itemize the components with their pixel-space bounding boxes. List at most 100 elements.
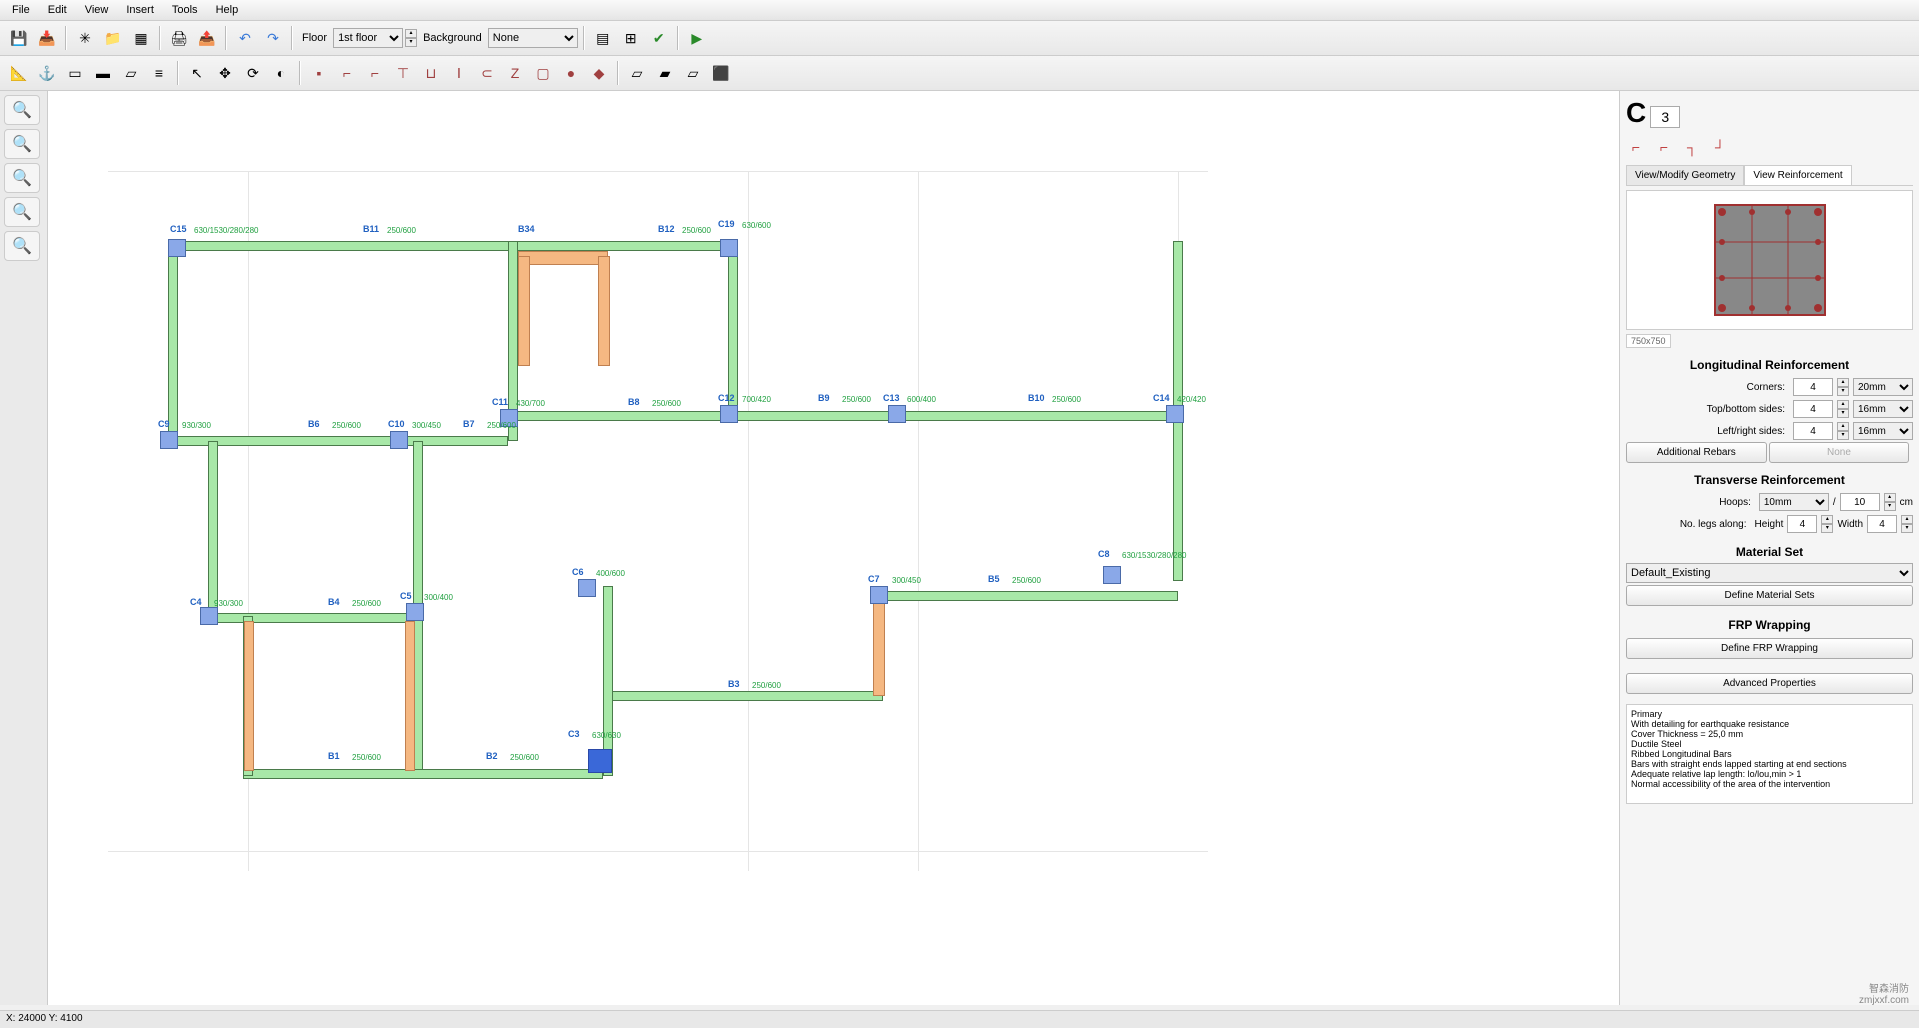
leftright-spinner[interactable]: ▴▾ bbox=[1837, 422, 1849, 440]
column-c13[interactable] bbox=[888, 405, 906, 423]
column-c7[interactable] bbox=[870, 586, 888, 604]
section-l2[interactable]: ⌐ bbox=[362, 60, 388, 86]
beam[interactable] bbox=[168, 241, 178, 441]
beam[interactable] bbox=[728, 241, 738, 411]
column-c10[interactable] bbox=[390, 431, 408, 449]
corners-dia-select[interactable]: 20mm bbox=[1853, 378, 1913, 396]
column-c8[interactable] bbox=[1103, 566, 1121, 584]
stair-button[interactable]: ≡ bbox=[146, 60, 172, 86]
dwg-button[interactable]: 📐 bbox=[6, 60, 32, 86]
infill[interactable] bbox=[518, 256, 530, 366]
beam[interactable] bbox=[603, 691, 883, 701]
section-t[interactable]: ⊤ bbox=[390, 60, 416, 86]
select-button[interactable]: ↖ bbox=[184, 60, 210, 86]
hoops-dia-select[interactable]: 10mm bbox=[1759, 493, 1829, 511]
infill[interactable] bbox=[598, 256, 610, 366]
move-button[interactable]: ✥ bbox=[212, 60, 238, 86]
infill[interactable] bbox=[405, 621, 415, 771]
menu-view[interactable]: View bbox=[77, 2, 117, 18]
zoom-pan-button[interactable]: 🔍 bbox=[4, 231, 40, 261]
define-material-button[interactable]: Define Material Sets bbox=[1626, 585, 1913, 606]
save-button[interactable]: 💾 bbox=[6, 25, 32, 51]
beam[interactable] bbox=[878, 591, 1178, 601]
tab-reinforcement[interactable]: View Reinforcement bbox=[1744, 165, 1851, 185]
hoops-spacing-input[interactable] bbox=[1840, 493, 1880, 511]
foundation-button[interactable]: ⬛ bbox=[708, 60, 734, 86]
print-button[interactable]: 🖨 bbox=[166, 25, 192, 51]
beam[interactable] bbox=[603, 586, 613, 776]
beam[interactable] bbox=[508, 411, 1178, 421]
snap-button[interactable]: ⊞ bbox=[618, 25, 644, 51]
zoom-out-button[interactable]: 🔍 bbox=[4, 129, 40, 159]
section-shape-4-icon[interactable]: ┘ bbox=[1710, 137, 1730, 157]
infill[interactable] bbox=[873, 596, 885, 696]
frame-button[interactable]: ▭ bbox=[62, 60, 88, 86]
column-c3-selected[interactable] bbox=[588, 749, 612, 773]
wall-button[interactable]: ▬ bbox=[90, 60, 116, 86]
column-c19[interactable] bbox=[720, 239, 738, 257]
column-c14[interactable] bbox=[1166, 405, 1184, 423]
grid-button[interactable]: ▦ bbox=[128, 25, 154, 51]
redo-button[interactable]: ↷ bbox=[260, 25, 286, 51]
section-round[interactable]: ● bbox=[558, 60, 584, 86]
undo-button[interactable]: ↶ bbox=[232, 25, 258, 51]
slab3-button[interactable]: ▱ bbox=[680, 60, 706, 86]
open-button[interactable]: 📁 bbox=[100, 25, 126, 51]
menu-edit[interactable]: Edit bbox=[40, 2, 75, 18]
hoops-spinner[interactable]: ▴▾ bbox=[1884, 493, 1896, 511]
section-custom[interactable]: ◆ bbox=[586, 60, 612, 86]
column-c4[interactable] bbox=[200, 607, 218, 625]
section-shape-3-icon[interactable]: ┐ bbox=[1682, 137, 1702, 157]
topbot-input[interactable] bbox=[1793, 400, 1833, 418]
check-button[interactable]: ✔ bbox=[646, 25, 672, 51]
advanced-properties-button[interactable]: Advanced Properties bbox=[1626, 673, 1913, 694]
legs-height-spinner[interactable]: ▴▾ bbox=[1821, 515, 1833, 533]
column-c15[interactable] bbox=[168, 239, 186, 257]
column-c9[interactable] bbox=[160, 431, 178, 449]
new-button[interactable]: ✳ bbox=[72, 25, 98, 51]
import-button[interactable]: 📥 bbox=[34, 25, 60, 51]
slab-button[interactable]: ▱ bbox=[118, 60, 144, 86]
section-l1[interactable]: ⌐ bbox=[334, 60, 360, 86]
corners-spinner[interactable]: ▴▾ bbox=[1837, 378, 1849, 396]
drawing-canvas[interactable]: C15630/1530/280/280B11250/600B34B12250/6… bbox=[48, 91, 1619, 1005]
leftright-input[interactable] bbox=[1793, 422, 1833, 440]
legs-height-input[interactable] bbox=[1787, 515, 1817, 533]
infill[interactable] bbox=[518, 251, 608, 265]
legs-width-input[interactable] bbox=[1867, 515, 1897, 533]
column-c12[interactable] bbox=[720, 405, 738, 423]
column-c5[interactable] bbox=[406, 603, 424, 621]
material-select[interactable]: Default_Existing bbox=[1626, 563, 1913, 583]
menu-help[interactable]: Help bbox=[208, 2, 247, 18]
section-z[interactable]: Z bbox=[502, 60, 528, 86]
layers-button[interactable]: ▤ bbox=[590, 25, 616, 51]
rotate-button[interactable]: ⟳ bbox=[240, 60, 266, 86]
infill[interactable] bbox=[244, 621, 254, 771]
corners-input[interactable] bbox=[1793, 378, 1833, 396]
column-number-input[interactable] bbox=[1650, 106, 1680, 128]
floor-spinner[interactable]: ▴▾ bbox=[405, 29, 417, 47]
legs-width-spinner[interactable]: ▴▾ bbox=[1901, 515, 1913, 533]
beam[interactable] bbox=[168, 436, 508, 446]
tab-geometry[interactable]: View/Modify Geometry bbox=[1626, 165, 1744, 185]
zoom-extents-button[interactable]: 🔍 bbox=[4, 197, 40, 227]
section-rect[interactable]: ▪ bbox=[306, 60, 332, 86]
menu-insert[interactable]: Insert bbox=[118, 2, 162, 18]
define-frp-button[interactable]: Define FRP Wrapping bbox=[1626, 638, 1913, 659]
section-box[interactable]: ▢ bbox=[530, 60, 556, 86]
section-i[interactable]: Ⅰ bbox=[446, 60, 472, 86]
slab2-button[interactable]: ▰ bbox=[652, 60, 678, 86]
topbot-spinner[interactable]: ▴▾ bbox=[1837, 400, 1849, 418]
zoom-in-button[interactable]: 🔍 bbox=[4, 95, 40, 125]
anchor-button[interactable]: ⚓ bbox=[34, 60, 60, 86]
beam[interactable] bbox=[208, 441, 218, 621]
mirror-button[interactable]: ◐ bbox=[268, 60, 294, 86]
beam[interactable] bbox=[208, 613, 418, 623]
additional-rebars-button[interactable]: Additional Rebars bbox=[1626, 442, 1767, 463]
export-button[interactable]: 📤 bbox=[194, 25, 220, 51]
menu-tools[interactable]: Tools bbox=[164, 2, 206, 18]
section-shape-2-icon[interactable]: ⌐ bbox=[1654, 137, 1674, 157]
beam[interactable] bbox=[243, 769, 603, 779]
background-select[interactable]: None bbox=[488, 28, 578, 48]
section-u[interactable]: ⊔ bbox=[418, 60, 444, 86]
